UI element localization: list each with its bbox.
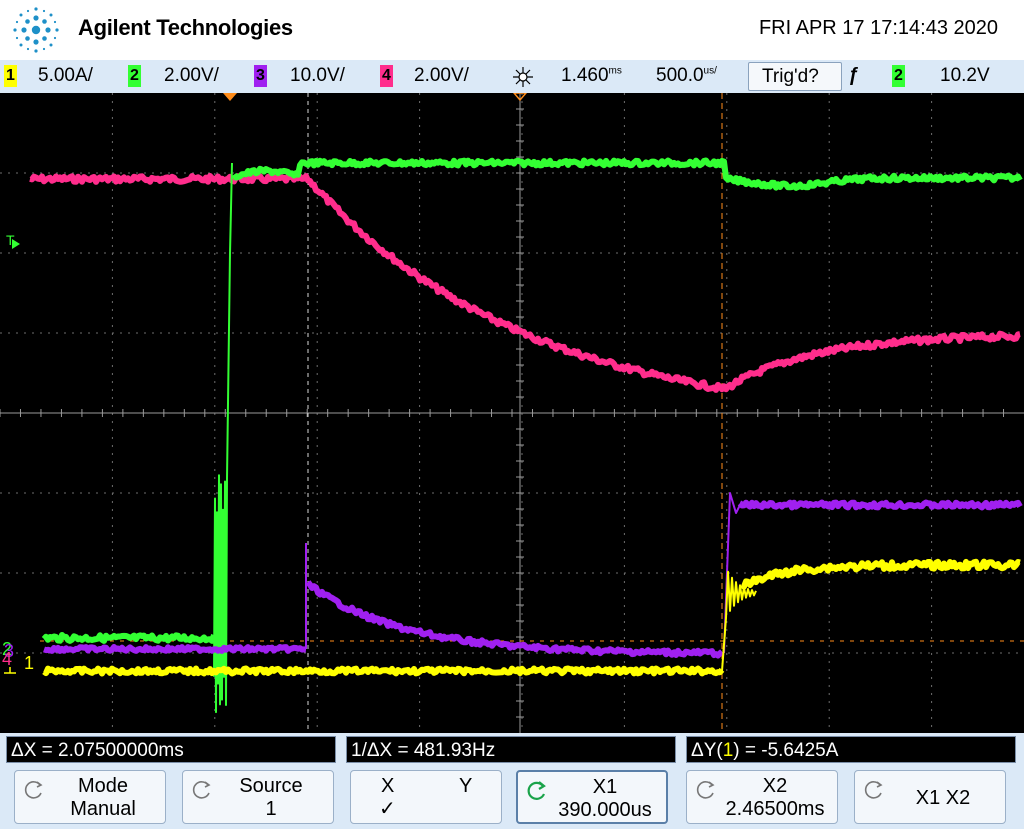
mode-softkey[interactable]: Mode Manual [14, 770, 166, 824]
horizontal-delay[interactable]: 1.460ms [561, 65, 622, 87]
inverse-delta-x-readout: 1/ΔX = 481.93Hz [346, 736, 676, 763]
channel-1-badge[interactable]: 1 [4, 65, 17, 87]
channel-3-waveform-high [737, 499, 1023, 511]
waveform-svg: T234 1 [0, 92, 1024, 733]
channel-1-waveform-low [42, 665, 725, 677]
channel-3-badge[interactable]: 3 [254, 65, 267, 87]
channel-1-scale[interactable]: 5.00A/ [38, 65, 93, 87]
channel-2-waveform-high [231, 157, 1023, 191]
date-time: FRI APR 17 17:14:43 2020 [758, 17, 998, 39]
delta-x-readout: ΔX = 2.07500000ms [6, 736, 336, 763]
channel-status-bar: 1 5.00A/ 2 2.00V/ 3 10.0V/ 4 2.00V/ 1.46… [0, 60, 1024, 93]
timebase[interactable]: 500.0us/ [656, 65, 717, 87]
channel-2-scale[interactable]: 2.00V/ [164, 65, 219, 87]
trigger-level-marker: T [6, 232, 20, 249]
x1-x2-softkey[interactable]: X1 X2 [854, 770, 1006, 824]
channel-2-edge-burst [213, 162, 233, 714]
waveform-display[interactable]: T2341 [0, 92, 1024, 733]
waveform-traces [29, 157, 1023, 714]
channel-3-scale[interactable]: 10.0V/ [290, 65, 345, 87]
x1-softkey[interactable]: X1 390.000us [516, 770, 668, 824]
channel-4-badge[interactable]: 4 [380, 65, 393, 87]
channel-1-ground-marker: 1 [24, 653, 34, 673]
entry-knob-icon [24, 781, 43, 799]
channel-3-decay [305, 580, 724, 659]
cursor-measurement-bar: ΔX = 2.07500000ms 1/ΔX = 481.93Hz ΔY(1) … [0, 733, 1024, 767]
entry-knob-icon [192, 781, 211, 799]
agilent-spark-logo-icon [13, 7, 59, 53]
horizontal-delay-icon [513, 67, 533, 87]
trigger-slope-rising-icon: ƒ [848, 65, 859, 86]
source-softkey[interactable]: Source 1 [182, 770, 334, 824]
channel-2-waveform-low [41, 632, 217, 644]
trigger-position-marker-icon [223, 93, 237, 101]
x-label: X [381, 775, 395, 797]
y-label: Y [459, 775, 473, 797]
svg-text:4: 4 [2, 649, 12, 669]
svg-text:1: 1 [24, 653, 34, 673]
x-y-softkey[interactable]: X Y ✓ [350, 770, 502, 824]
channel-2-badge[interactable]: 2 [128, 65, 141, 87]
header: Agilent Technologies FRI APR 17 17:14:43… [0, 0, 1024, 60]
x2-softkey[interactable]: X2 2.46500ms [686, 770, 838, 824]
delta-y-readout: ΔY(1) = -5.6425A [686, 736, 1016, 763]
entry-knob-active-icon [527, 781, 546, 800]
channel-4-scale[interactable]: 2.00V/ [414, 65, 469, 87]
brand-name: Agilent Technologies [78, 15, 293, 40]
channel-4-ground-marker: 4 [2, 649, 12, 669]
entry-knob-icon [696, 781, 715, 799]
softkey-bar: Mode Manual Source 1 X Y ✓ X1 390.000us … [0, 767, 1024, 829]
x-selected-check-icon: ✓ [379, 798, 396, 820]
channel-1-waveform-high [739, 558, 1021, 590]
trigger-source-badge: 2 [892, 65, 905, 87]
channel-4-waveform [29, 173, 1021, 393]
trigger-level[interactable]: 10.2V [940, 65, 990, 87]
channel-markers: T234 1 [2, 232, 34, 674]
trigger-status: Trig'd? [762, 66, 819, 87]
channel-3-waveform-low [43, 644, 307, 654]
entry-knob-icon [864, 781, 883, 799]
trigger-status-box: Trig'd? [748, 62, 842, 91]
